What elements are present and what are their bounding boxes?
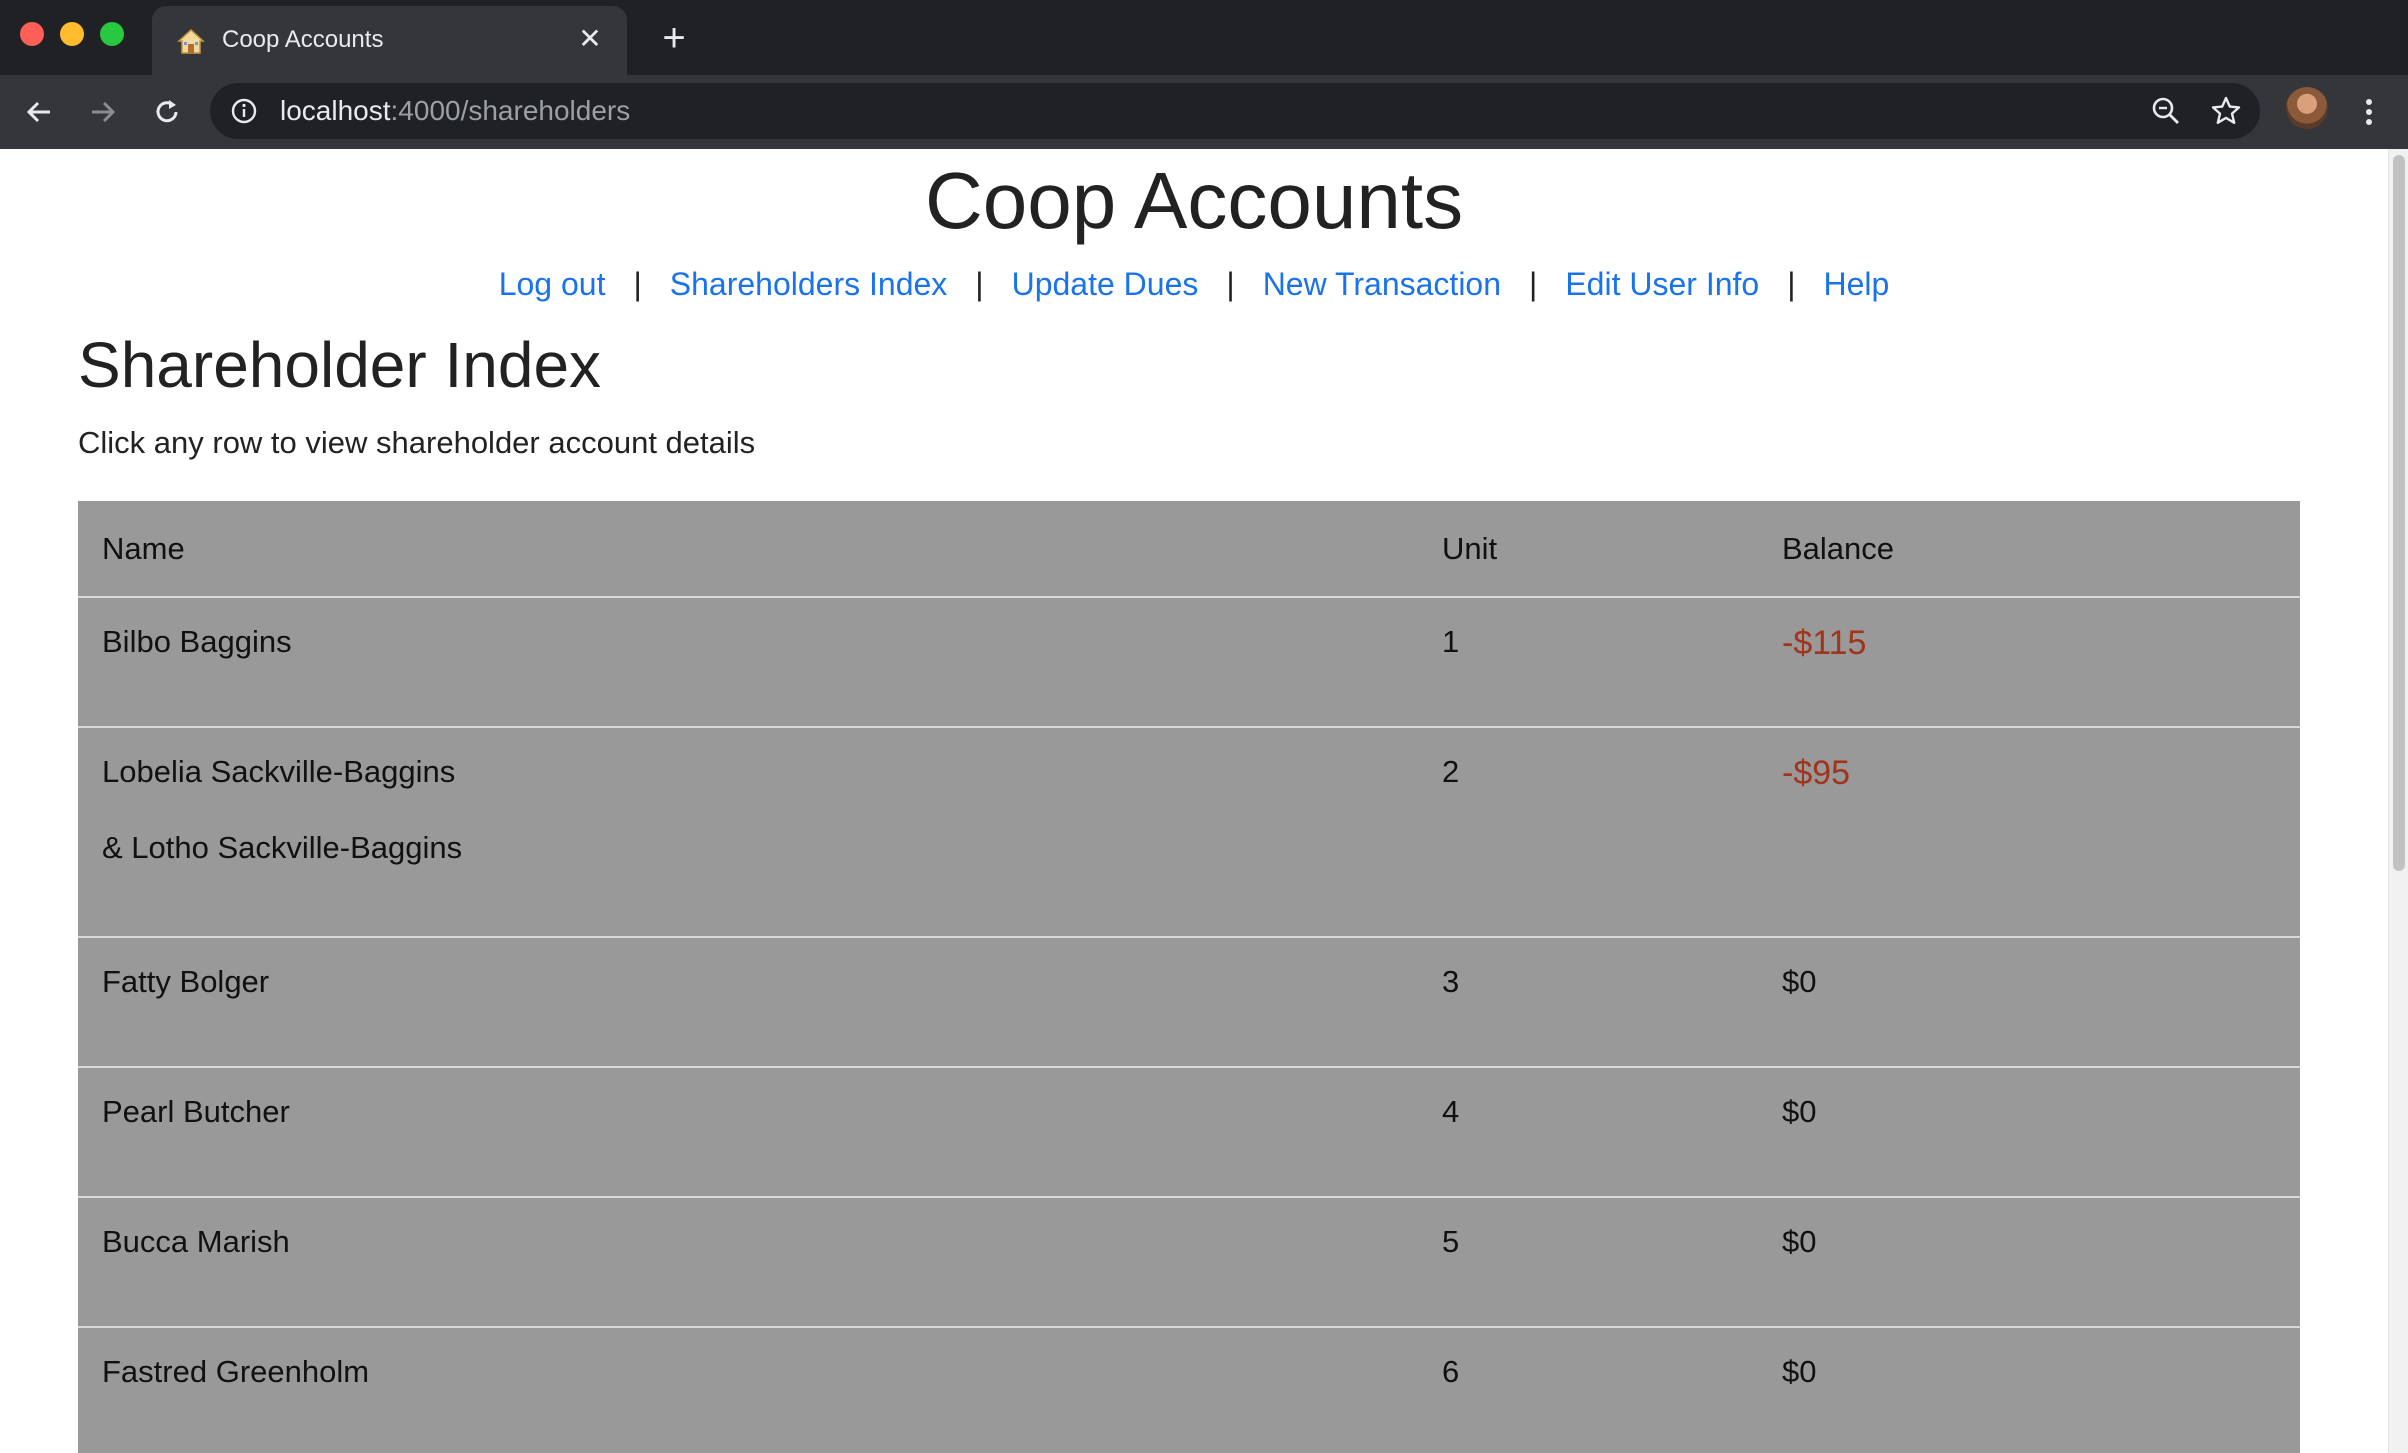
main-nav: Log out | Shareholders Index | Update Dues | N… xyxy=(0,263,2388,305)
cell-balance: $0 xyxy=(1758,937,2300,1068)
column-header-name: Name xyxy=(78,501,1418,598)
column-header-balance: Balance xyxy=(1758,501,2300,598)
table-row[interactable]: Bucca Marish 5 $0 xyxy=(78,1197,2300,1328)
cell-balance: -$95 xyxy=(1758,727,2300,938)
shareholder-name: Pearl Butcher xyxy=(102,1094,290,1129)
cell-balance: $0 xyxy=(1758,1327,2300,1453)
address-bar[interactable]: localhost:4000/shareholders xyxy=(210,83,2260,139)
cell-unit: 6 xyxy=(1418,1327,1758,1453)
shareholder-name: Lobelia Sackville-Baggins xyxy=(102,754,456,789)
nav-separator: | xyxy=(1787,266,1796,302)
page-scrollbar[interactable] xyxy=(2388,149,2408,1453)
cell-name: Pearl Butcher xyxy=(78,1067,1418,1198)
shareholder-name: Bilbo Baggins xyxy=(102,624,292,659)
cell-unit: 3 xyxy=(1418,937,1758,1068)
window-minimize-button[interactable] xyxy=(60,22,84,46)
nav-log-out[interactable]: Log out xyxy=(499,266,606,302)
house-favicon-icon xyxy=(177,28,205,54)
forward-arrow-icon[interactable] xyxy=(82,91,124,133)
zoom-icon[interactable] xyxy=(2150,95,2182,127)
shareholder-name-second: & Lotho Sackville-Baggins xyxy=(102,830,463,865)
column-header-unit: Unit xyxy=(1418,501,1758,598)
page-heading: Shareholder Index xyxy=(78,329,602,401)
cell-balance: $0 xyxy=(1758,1067,2300,1198)
cell-balance: $0 xyxy=(1758,1197,2300,1328)
cell-balance: -$115 xyxy=(1758,597,2300,728)
cell-name: Bilbo Baggins xyxy=(78,597,1418,728)
nav-shareholders-index[interactable]: Shareholders Index xyxy=(670,266,948,302)
url-path: :4000/shareholders xyxy=(390,95,631,126)
table-header-row: Name Unit Balance xyxy=(78,501,2300,598)
kebab-menu-icon[interactable] xyxy=(2354,91,2384,133)
table-row[interactable]: Pearl Butcher 4 $0 xyxy=(78,1067,2300,1198)
profile-avatar[interactable] xyxy=(2286,87,2328,129)
nav-separator: | xyxy=(633,266,642,302)
reload-icon[interactable] xyxy=(146,91,188,133)
back-arrow-icon[interactable] xyxy=(18,91,60,133)
cell-unit: 2 xyxy=(1418,727,1758,938)
cell-name: Lobelia Sackville-Baggins & Lotho Sackvil… xyxy=(78,727,1418,938)
cell-name: Fatty Bolger xyxy=(78,937,1418,1068)
url-text: localhost:4000/shareholders xyxy=(280,94,630,128)
url-host: localhost xyxy=(280,95,391,126)
browser-toolbar: localhost:4000/shareholders xyxy=(0,75,2408,149)
scrollbar-thumb[interactable] xyxy=(2393,155,2405,871)
instructions-text: Click any row to view shareholder accoun… xyxy=(78,425,756,460)
plus-icon[interactable]: + xyxy=(656,18,692,58)
info-icon[interactable] xyxy=(230,97,258,125)
nav-separator: | xyxy=(1529,266,1538,302)
browser-tab-bar: Coop Accounts ✕ + xyxy=(0,0,2408,75)
nav-edit-user-info[interactable]: Edit User Info xyxy=(1565,266,1759,302)
tab-title: Coop Accounts xyxy=(222,26,384,53)
table-row[interactable]: Bilbo Baggins 1 -$115 xyxy=(78,597,2300,728)
star-icon[interactable] xyxy=(2210,95,2242,127)
cell-unit: 5 xyxy=(1418,1197,1758,1328)
page-viewport: Coop Accounts Log out | Shareholders Index… xyxy=(0,149,2388,1453)
cell-unit: 4 xyxy=(1418,1067,1758,1198)
shareholders-table: Name Unit Balance Bilbo Baggins 1 -$115 … xyxy=(78,501,2300,1453)
table-row[interactable]: Fastred Greenholm 6 $0 xyxy=(78,1327,2300,1453)
table-row[interactable]: Fatty Bolger 3 $0 xyxy=(78,937,2300,1068)
nav-help[interactable]: Help xyxy=(1824,266,1890,302)
browser-tab[interactable]: Coop Accounts ✕ xyxy=(152,6,627,75)
table-row[interactable]: Lobelia Sackville-Baggins & Lotho Sackvil… xyxy=(78,727,2300,938)
site-title: Coop Accounts xyxy=(924,156,1464,245)
window-close-button[interactable] xyxy=(20,22,44,46)
shareholder-name: Bucca Marish xyxy=(102,1224,290,1259)
nav-update-dues[interactable]: Update Dues xyxy=(1012,266,1199,302)
cell-name: Bucca Marish xyxy=(78,1197,1418,1328)
window-zoom-button[interactable] xyxy=(100,22,124,46)
cell-unit: 1 xyxy=(1418,597,1758,728)
close-icon[interactable]: ✕ xyxy=(573,22,607,56)
shareholder-name: Fastred Greenholm xyxy=(102,1354,370,1389)
nav-new-transaction[interactable]: New Transaction xyxy=(1263,266,1501,302)
cell-name: Fastred Greenholm xyxy=(78,1327,1418,1453)
nav-separator: | xyxy=(975,266,984,302)
shareholder-name: Fatty Bolger xyxy=(102,964,270,999)
nav-separator: | xyxy=(1226,266,1235,302)
